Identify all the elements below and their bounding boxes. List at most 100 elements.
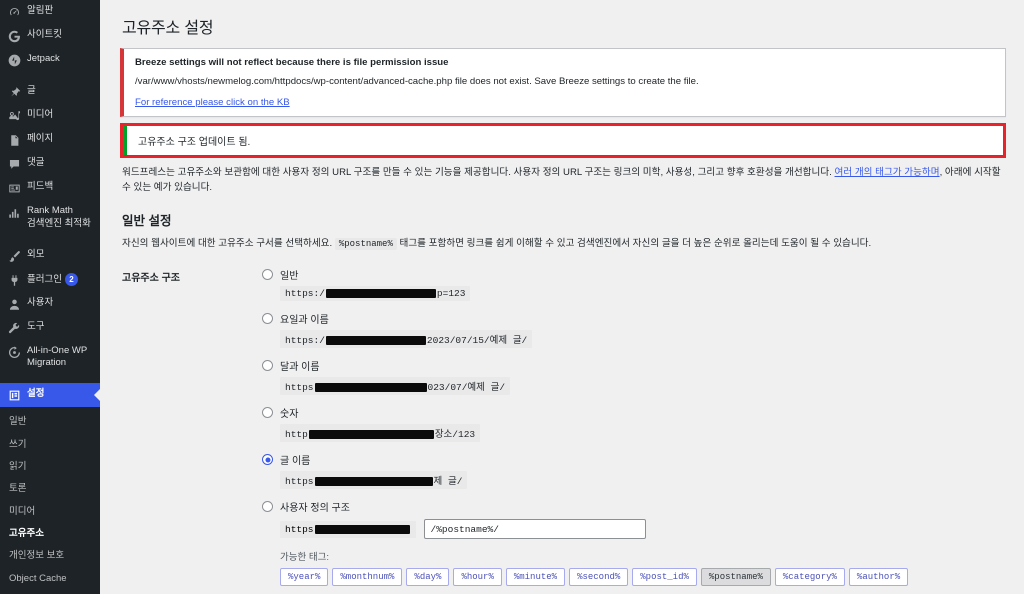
- tag-button-1[interactable]: %monthnum%: [332, 568, 403, 587]
- wrench-icon: [8, 322, 21, 335]
- sidebar-item-7[interactable]: 피드백: [0, 176, 100, 200]
- sidebar-item-label: 사용자: [27, 296, 54, 308]
- example-suffix: 제 글/: [433, 476, 463, 488]
- sidebar-item-8[interactable]: Rank Math 검색엔진 최적화: [0, 200, 100, 236]
- option-header[interactable]: 요일과 이름: [262, 311, 1006, 326]
- sidebar-item-11[interactable]: 사용자: [0, 292, 100, 316]
- option-header[interactable]: 글 이름: [262, 452, 1006, 467]
- example-prefix: https:/: [285, 288, 325, 300]
- success-notice-highlight: 고유주소 구조 업데이트 됨.: [120, 122, 1006, 158]
- wordpress-admin-screen: 알림판 사이트킷 Jetpack 글 미디어 페이지 댓글 피드백 Rank Math 검색엔진…: [0, 0, 1024, 594]
- sidebar-item-9[interactable]: 외모: [0, 244, 100, 268]
- custom-structure-input[interactable]: [423, 519, 646, 540]
- sidebar-item-label: 외모: [27, 248, 45, 260]
- permalink-option-4: 글 이름 https 제 글/: [262, 452, 1006, 490]
- kb-reference-link[interactable]: For reference please click on the KB: [135, 97, 290, 108]
- permalink-option-0: 일반 https:/ p=123: [262, 267, 1006, 302]
- tag-button-5[interactable]: %second%: [569, 568, 629, 587]
- tag-button-2[interactable]: %day%: [406, 568, 450, 587]
- tag-button-7[interactable]: %postname%: [700, 568, 771, 587]
- radio-3[interactable]: [262, 407, 273, 419]
- permalink-structure-label: 고유주소 구조: [122, 273, 180, 285]
- google-g-icon: [8, 30, 21, 43]
- multiple-tags-link[interactable]: 여러 개의 태그가 가능하며: [835, 167, 940, 178]
- submenu-item-5[interactable]: 고유주소: [0, 523, 100, 545]
- postname-inline-code: %postname%: [334, 237, 397, 250]
- option-header[interactable]: 일반: [262, 267, 1006, 282]
- main-content: 고유주소 설정 Breeze settings will not reflect…: [100, 0, 1024, 594]
- sidebar-item-2[interactable]: Jetpack: [0, 48, 100, 72]
- submenu-item-6[interactable]: 개인정보 보호: [0, 545, 100, 567]
- redacted-domain: [325, 336, 426, 345]
- tag-button-4[interactable]: %minute%: [505, 568, 566, 587]
- sidebar-item-0[interactable]: 알림판: [0, 0, 100, 24]
- sidebar-item-label: Jetpack: [27, 53, 60, 64]
- option-label: 글 이름: [280, 456, 311, 468]
- sidebar-item-14[interactable]: 설정: [0, 383, 100, 408]
- option-example-url: https 제 글/: [280, 471, 468, 490]
- prefix-text: https: [285, 523, 314, 535]
- submenu-item-0[interactable]: 일반: [0, 411, 100, 433]
- page-icon: [8, 134, 21, 147]
- option-label: 사용자 정의 구조: [280, 503, 350, 515]
- sidebar-item-5[interactable]: 페이지: [0, 128, 100, 152]
- example-suffix: 장소/123: [434, 429, 476, 441]
- sidebar-item-label: 도구: [27, 320, 45, 332]
- option-header[interactable]: 사용자 정의 구조: [262, 499, 1006, 514]
- sidebar-item-label: 페이지: [27, 133, 54, 144]
- tag-button-6[interactable]: %post_id%: [632, 568, 697, 587]
- example-prefix: https: [285, 476, 314, 488]
- sidebar-item-label: 글: [27, 85, 36, 96]
- sidebar-item-13[interactable]: All-in-One WP Migration: [0, 340, 100, 376]
- radio-4[interactable]: [262, 454, 273, 466]
- permalink-option-3: 숫자 http 장소/123: [262, 405, 1006, 443]
- radio-2[interactable]: [262, 360, 273, 372]
- submenu-item-2[interactable]: 읽기: [0, 456, 100, 478]
- option-label: 숫자: [280, 409, 299, 421]
- tag-button-8[interactable]: %category%: [774, 568, 845, 587]
- tag-button-3[interactable]: %hour%: [453, 568, 502, 587]
- settings-submenu: 일반쓰기읽기토론미디어고유주소개인정보 보호Object CacheAds.tx…: [0, 407, 100, 594]
- option-label: 일반: [280, 271, 299, 283]
- sidebar-item-4[interactable]: 미디어: [0, 104, 100, 128]
- feedback-icon: [8, 182, 21, 195]
- desc-before: 자신의 웹사이트에 대한 고유주소 구서를 선택하세요.: [122, 237, 335, 249]
- chart-bar-icon: [8, 206, 21, 219]
- sidebar-item-label: 피드백: [27, 181, 54, 192]
- sidebar-item-6[interactable]: 댓글: [0, 152, 100, 176]
- comment-icon: [8, 158, 21, 171]
- redacted-domain: [314, 477, 433, 486]
- plug-icon: [8, 274, 21, 287]
- submenu-item-4[interactable]: 미디어: [0, 501, 100, 523]
- sidebar-item-label: 미디어: [27, 109, 54, 120]
- radio-5[interactable]: [262, 501, 273, 513]
- sidebar-item-3[interactable]: 글: [0, 80, 100, 104]
- redacted-domain: [314, 383, 427, 392]
- option-example-url: https:/ 2023/07/15/예제 글/: [280, 330, 533, 349]
- structure-tag-list: %year% %monthnum% %day% %hour% %minute% %seco…: [280, 568, 1006, 587]
- redacted-domain: [308, 430, 434, 439]
- example-prefix: https: [285, 382, 314, 394]
- paintbrush-icon: [8, 250, 21, 263]
- example-suffix: p=123: [436, 288, 466, 300]
- submenu-item-1[interactable]: 쓰기: [0, 434, 100, 456]
- sidebar-item-1[interactable]: 사이트킷: [0, 24, 100, 48]
- submenu-item-7[interactable]: Object Cache: [0, 568, 100, 590]
- tag-button-0[interactable]: %year%: [280, 568, 329, 587]
- sidebar-item-label: 알림판: [27, 5, 54, 16]
- submenu-item-8[interactable]: Ads.txt: [0, 590, 100, 594]
- radio-0[interactable]: [262, 269, 273, 281]
- breeze-error-notice: Breeze settings will not reflect because…: [120, 48, 1006, 117]
- submenu-item-3[interactable]: 토론: [0, 478, 100, 500]
- sidebar-item-12[interactable]: 도구: [0, 316, 100, 340]
- plugin-update-badge: 2: [64, 272, 78, 286]
- option-header[interactable]: 달과 이름: [262, 358, 1006, 373]
- redacted-domain: [314, 524, 410, 534]
- tag-button-9[interactable]: %author%: [848, 568, 909, 587]
- example-suffix: 023/07/예제 글/: [427, 382, 506, 394]
- radio-1[interactable]: [262, 313, 273, 325]
- sidebar-item-10[interactable]: 플러그인 2: [0, 268, 100, 292]
- custom-structure-row: https: [280, 519, 1006, 540]
- option-example-url: https 023/07/예제 글/: [280, 377, 511, 396]
- option-header[interactable]: 숫자: [262, 405, 1006, 420]
